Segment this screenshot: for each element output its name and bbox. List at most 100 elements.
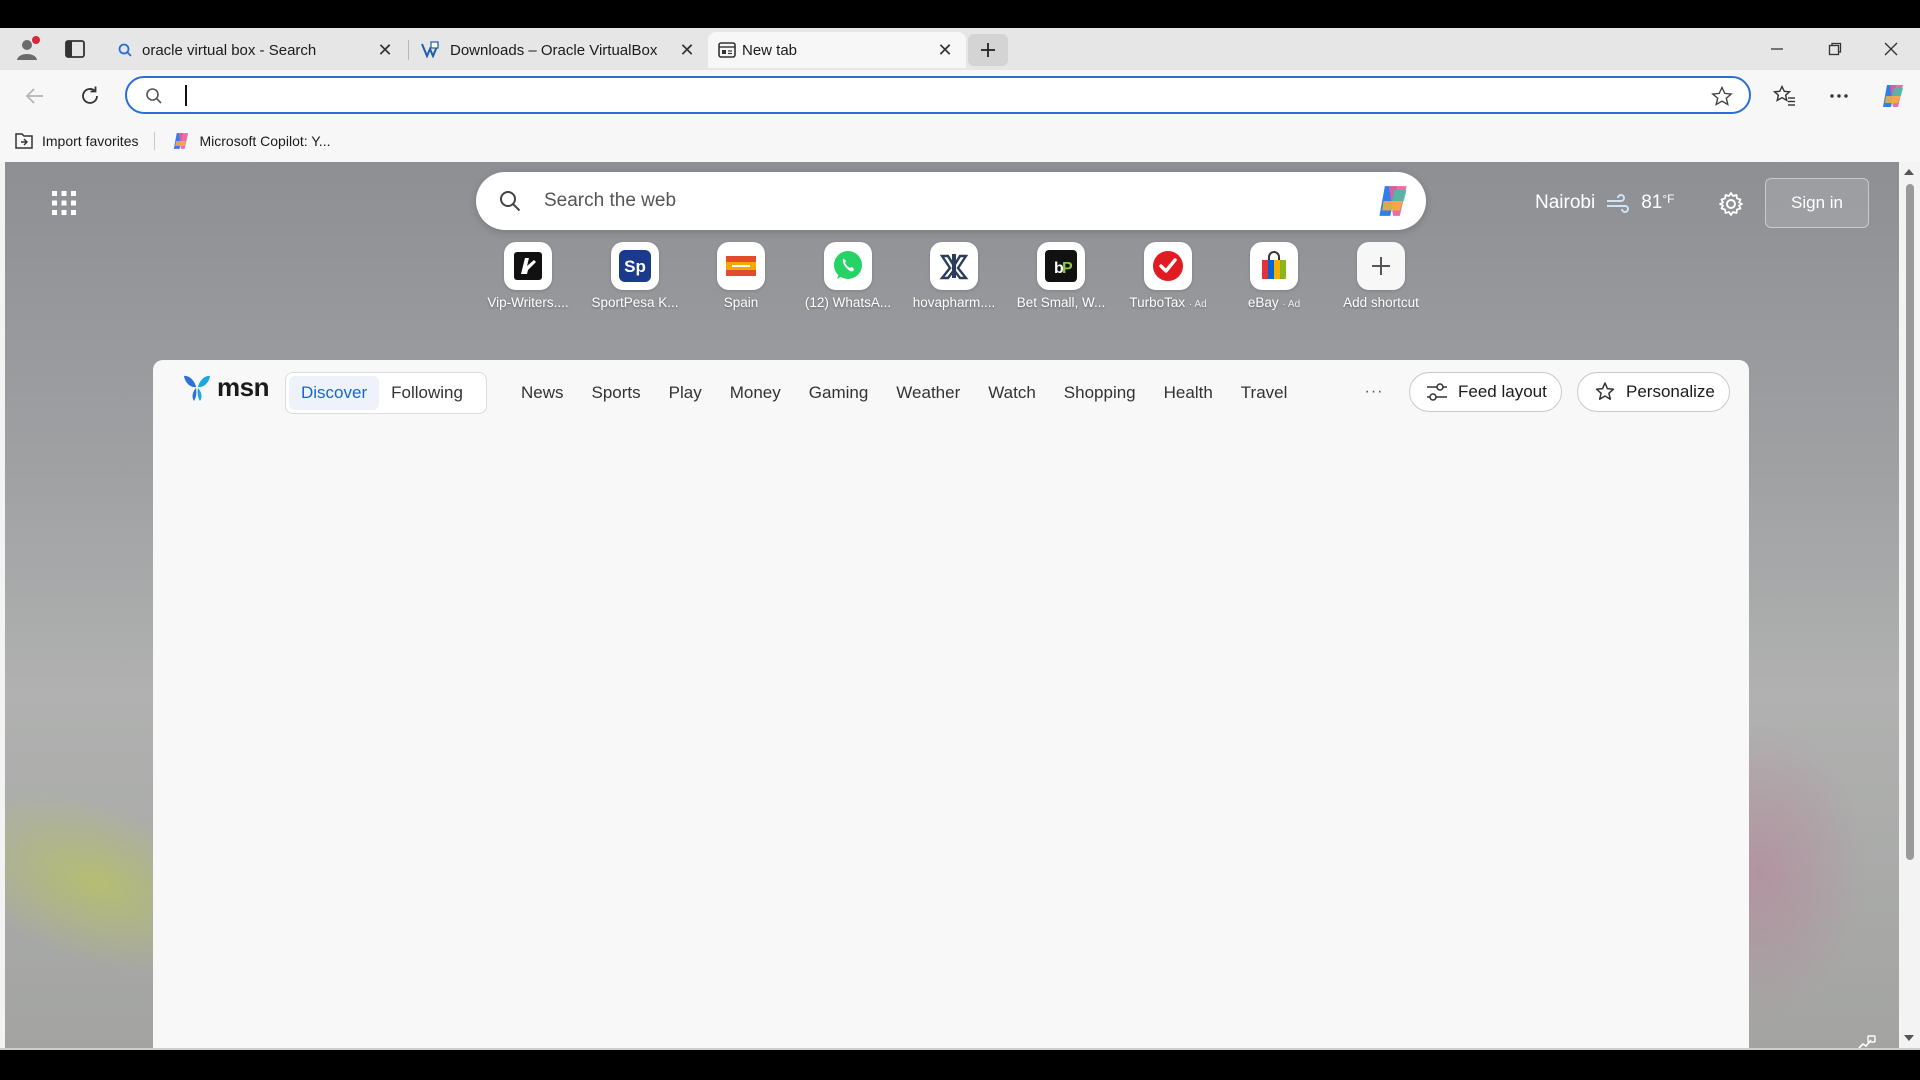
more-horizontal-icon — [1830, 94, 1848, 98]
msn-logo[interactable]: msn — [181, 372, 269, 403]
profile-button[interactable] — [10, 33, 46, 65]
shortcut-vip-writers[interactable]: Vip-Writers.... — [475, 242, 581, 322]
restore-icon — [1828, 42, 1842, 56]
minimize-button[interactable] — [1748, 28, 1806, 70]
restore-button[interactable] — [1806, 28, 1864, 70]
feed-mode-toggle: Discover Following — [285, 372, 487, 414]
waffle-grid-icon — [52, 191, 76, 215]
back-arrow-icon — [25, 88, 43, 104]
scroll-down-arrow-icon[interactable] — [1904, 1034, 1914, 1042]
copilot-icon — [1883, 85, 1903, 107]
feedback-icon[interactable] — [1857, 1034, 1877, 1048]
window-bottom-edge — [0, 1048, 1920, 1050]
sliders-icon — [1427, 383, 1447, 401]
app-launcher-button[interactable] — [43, 182, 85, 224]
sign-in-button[interactable]: Sign in — [1765, 178, 1869, 228]
vertical-tabs-icon — [65, 40, 85, 58]
nav-link-weather[interactable]: Weather — [882, 372, 974, 414]
nav-link-travel[interactable]: Travel — [1227, 372, 1302, 414]
shortcut-whatsapp[interactable]: (12) WhatsA... — [795, 242, 901, 322]
bookmark-import-favorites[interactable]: Import favorites — [4, 126, 148, 156]
svg-text:P: P — [1062, 260, 1073, 277]
copilot-icon — [174, 133, 189, 149]
nav-link-news[interactable]: News — [507, 372, 578, 414]
weather-widget[interactable]: Nairobi 81°F — [1535, 184, 1674, 222]
tab-following[interactable]: Following — [379, 376, 475, 410]
search-placeholder: Search the web — [544, 190, 677, 211]
shortcut-spain[interactable]: Spain — [688, 242, 794, 322]
tab-close-button[interactable]: ✕ — [374, 39, 396, 61]
shortcut-turbotax[interactable]: TurboTax · Ad — [1115, 242, 1221, 322]
nav-link-health[interactable]: Health — [1150, 372, 1227, 414]
toolbar — [0, 70, 1920, 120]
whatsapp-icon — [834, 251, 862, 279]
gear-icon — [1719, 192, 1743, 216]
shortcut-tile — [930, 242, 978, 290]
nav-link-shopping[interactable]: Shopping — [1050, 372, 1150, 414]
shortcut-betpawa[interactable]: b P Bet Small, W... — [1008, 242, 1114, 322]
feed-category-links: News Sports Play Money Gaming Weather Wa… — [507, 372, 1301, 414]
search-icon — [500, 191, 521, 212]
ad-badge: · Ad — [1188, 299, 1207, 310]
shortcut-tile: Sp — [611, 242, 659, 290]
tab-virtualbox-downloads[interactable]: Downloads – Oracle VirtualBox ✕ — [410, 32, 708, 68]
nav-link-gaming[interactable]: Gaming — [795, 372, 883, 414]
page-scrollbar[interactable] — [1899, 162, 1920, 1048]
address-bar[interactable] — [125, 76, 1751, 114]
shortcut-label: Bet Small, W... — [1016, 295, 1106, 310]
tab-separator — [408, 40, 409, 60]
copilot-icon[interactable] — [1374, 182, 1412, 220]
scroll-up-arrow-icon[interactable] — [1904, 168, 1914, 176]
plus-icon — [1372, 257, 1390, 275]
bookmark-label: Microsoft Copilot: Y... — [199, 133, 331, 149]
tab-discover[interactable]: Discover — [289, 376, 380, 410]
shortcut-add[interactable]: Add shortcut — [1328, 242, 1434, 322]
betpawa-icon: b P — [1045, 250, 1077, 282]
copilot-button[interactable] — [1876, 79, 1910, 113]
feed-layout-button[interactable]: Feed layout — [1409, 372, 1562, 412]
tab-oracle-search[interactable]: oracle virtual box - Search ✕ — [108, 32, 406, 68]
shortcut-ebay[interactable]: eBay · Ad — [1221, 242, 1327, 322]
shortcut-label: TurboTax — [1129, 295, 1186, 310]
new-tab-button[interactable] — [968, 34, 1008, 66]
tab-strip: oracle virtual box - Search ✕ Downloads … — [0, 28, 1920, 70]
spain-icon — [726, 256, 756, 276]
hovapharm-icon — [939, 254, 969, 280]
tab-new-tab[interactable]: New tab ✕ — [708, 32, 966, 68]
vip-writers-icon — [514, 252, 542, 280]
tab-close-button[interactable]: ✕ — [934, 39, 956, 61]
nav-link-money[interactable]: Money — [716, 372, 795, 414]
settings-more-button[interactable] — [1822, 79, 1856, 113]
shortcut-tile — [717, 242, 765, 290]
favorites-button[interactable] — [1768, 79, 1802, 113]
bookmark-microsoft-copilot[interactable]: Microsoft Copilot: Y... — [161, 126, 340, 156]
shortcut-hovapharm[interactable]: hovapharm.... — [901, 242, 1007, 322]
tab-close-button[interactable]: ✕ — [676, 39, 698, 61]
shortcut-label: Spain — [723, 295, 759, 310]
close-window-button[interactable] — [1862, 28, 1920, 70]
add-favorite-star-icon[interactable] — [1711, 86, 1733, 106]
nav-link-play[interactable]: Play — [655, 372, 716, 414]
shortcut-sportpesa[interactable]: Sp SportPesa K... — [582, 242, 688, 322]
scrollbar-thumb[interactable] — [1906, 184, 1914, 860]
back-button[interactable] — [18, 79, 52, 113]
web-search-box[interactable]: Search the web — [476, 172, 1426, 230]
shortcut-tile — [1250, 242, 1298, 290]
shortcuts-row: Vip-Writers.... Sp SportPesa K... Spain … — [475, 242, 1435, 322]
favorites-icon — [1773, 85, 1795, 106]
shortcut-tile: b P — [1037, 242, 1085, 290]
tab-actions-button[interactable] — [58, 34, 92, 64]
shortcut-label: Vip-Writers.... — [487, 295, 569, 310]
refresh-button[interactable] — [73, 79, 107, 113]
minimize-icon — [1771, 48, 1783, 50]
plus-icon — [981, 43, 995, 57]
nav-link-sports[interactable]: Sports — [578, 372, 655, 414]
page-settings-button[interactable] — [1711, 184, 1751, 224]
personalize-button[interactable]: Personalize — [1577, 372, 1730, 412]
msn-feed-panel: msn Discover Following News Sports Play … — [153, 360, 1749, 1048]
svg-text:Sp: Sp — [624, 257, 646, 276]
nav-link-watch[interactable]: Watch — [974, 372, 1050, 414]
address-input[interactable] — [185, 83, 1665, 107]
more-categories-button[interactable]: ··· — [1356, 380, 1392, 404]
virtualbox-icon — [421, 41, 439, 59]
